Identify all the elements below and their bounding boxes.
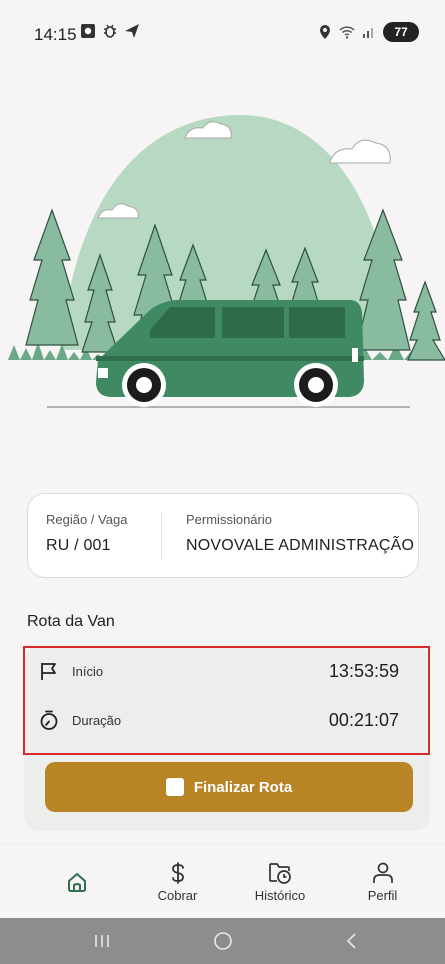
route-duration-row: Duração 00:21:07 <box>28 709 413 731</box>
stopwatch-icon <box>40 710 58 730</box>
nav-item-perfil[interactable]: Perfil <box>345 844 420 919</box>
route-title: Rota da Van <box>27 613 115 630</box>
home-circle-icon <box>214 932 232 950</box>
start-label: Início <box>72 663 104 679</box>
user-icon <box>372 862 393 883</box>
info-divider <box>161 512 162 560</box>
dollar-icon <box>171 862 184 884</box>
bug-icon <box>104 24 116 38</box>
system-nav-bar <box>0 918 445 964</box>
history-icon <box>269 863 291 884</box>
battery-indicator: 77 <box>383 22 419 42</box>
status-time: 14:15 <box>34 25 77 44</box>
duration-value: 00:21:07 <box>328 709 399 730</box>
bottom-nav: Cobrar Histórico Perfil <box>0 843 445 919</box>
nav-label-historico: Histórico <box>254 888 306 903</box>
van-illustration <box>8 115 445 408</box>
status-bar: 14:15 77 <box>0 0 445 60</box>
region-value: RU / 001 <box>46 537 111 554</box>
location-icon <box>320 25 330 39</box>
finish-route-button[interactable]: Finalizar Rota <box>45 762 413 812</box>
app-screen: 14:15 77 Região / Vaga RU / 001 Permissi… <box>0 0 445 964</box>
nav-label-perfil: Perfil <box>367 888 398 903</box>
recent-apps-button[interactable] <box>72 918 132 964</box>
start-value: 13:53:59 <box>328 660 399 681</box>
wifi-icon <box>339 26 355 39</box>
send-icon <box>125 24 139 38</box>
recent-apps-icon <box>95 935 109 947</box>
home-system-button[interactable] <box>193 918 253 964</box>
route-start-row: Início 13:53:59 <box>28 660 413 682</box>
duration-label: Duração <box>72 712 122 728</box>
stop-square-icon <box>165 778 184 796</box>
nav-item-home[interactable] <box>27 844 127 919</box>
nav-label-cobrar: Cobrar <box>157 888 198 903</box>
info-card: Região / Vaga RU / 001 Permissionário NO… <box>27 493 419 578</box>
gallery-icon <box>81 24 95 38</box>
home-icon <box>68 872 86 892</box>
finish-route-label: Finalizar Rota <box>193 778 293 796</box>
permit-value: NOVOVALE ADMINISTRAÇÃO <box>186 537 415 554</box>
back-chevron-icon <box>346 933 356 949</box>
region-column: Região / Vaga RU / 001 <box>46 512 127 555</box>
flag-icon <box>41 663 56 680</box>
nav-item-historico[interactable]: Histórico <box>240 844 320 919</box>
signal-icon <box>363 28 373 38</box>
permit-label: Permissionário <box>186 512 272 527</box>
permit-column: Permissionário NOVOVALE ADMINISTRAÇÃO <box>186 512 414 555</box>
nav-item-cobrar[interactable]: Cobrar <box>140 844 215 919</box>
region-label: Região / Vaga <box>46 512 128 527</box>
status-left-icons <box>80 23 140 39</box>
back-button[interactable] <box>322 918 382 964</box>
status-right: 77 <box>317 22 419 42</box>
